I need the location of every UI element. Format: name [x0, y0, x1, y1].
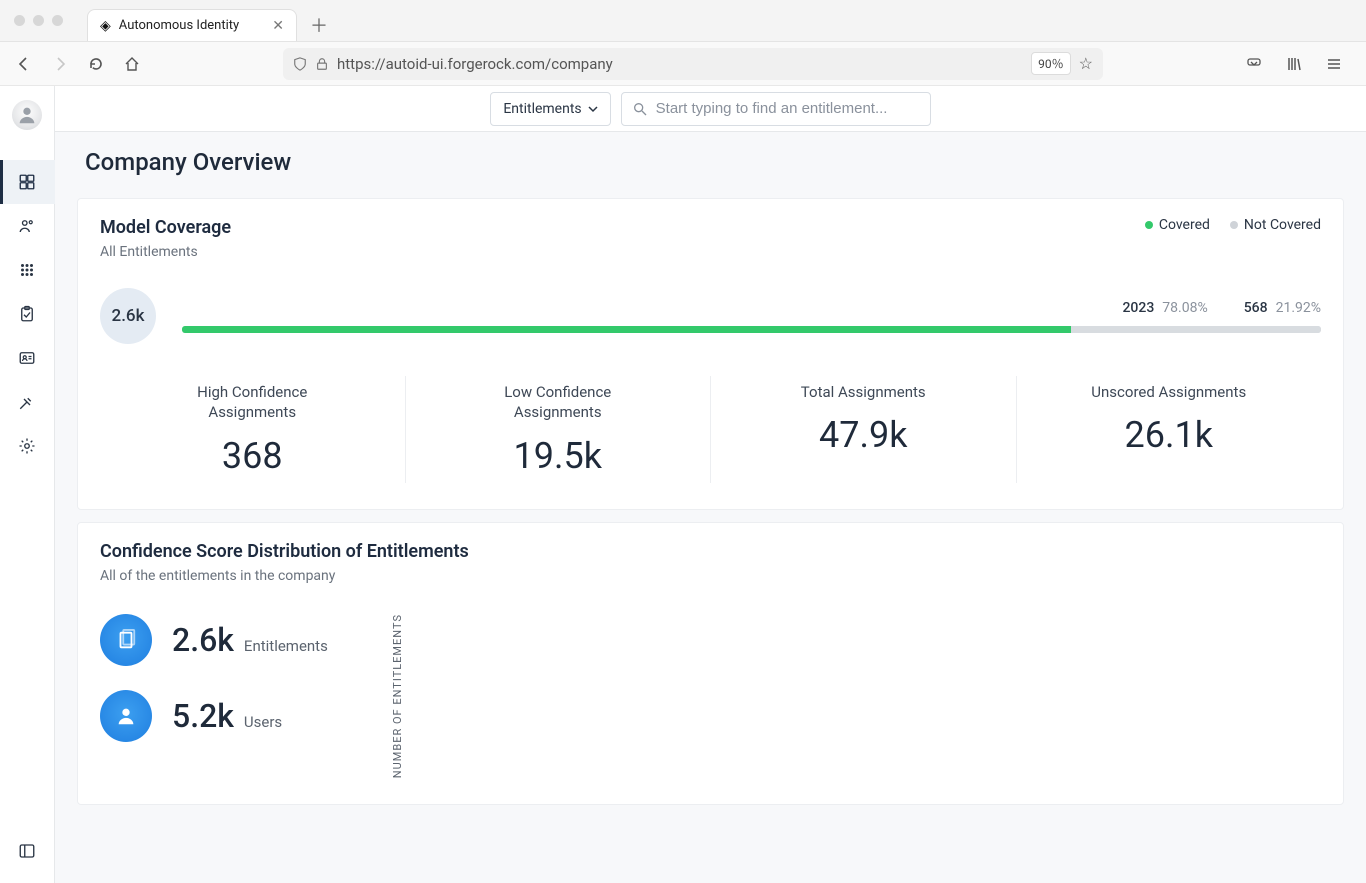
reload-icon [88, 56, 104, 72]
dashboard-icon [18, 173, 36, 191]
maximize-window-dot[interactable] [52, 15, 63, 26]
dot-green-icon [1145, 221, 1153, 229]
chevron-down-icon [588, 104, 598, 114]
model-coverage-title: Model Coverage [100, 217, 231, 238]
stat-high-confidence: High Confidence Assignments 368 [100, 376, 406, 483]
zoom-badge[interactable]: 90％ [1031, 52, 1071, 75]
sidebar [0, 86, 55, 883]
coverage-legend: Covered Not Covered [1145, 217, 1321, 233]
browser-toolbar: https://autoid-ui.forgerock.com/company … [0, 42, 1366, 86]
dist-users: 5.2k Users [100, 690, 328, 742]
menu-button[interactable] [1320, 50, 1348, 78]
stat-total-assignments: Total Assignments 47.9k [711, 376, 1017, 483]
coverage-stat-not-covered: 568 21.92% [1236, 300, 1321, 316]
distribution-title: Confidence Score Distribution of Entitle… [100, 541, 1321, 562]
stat-unscored-assignments: Unscored Assignments 26.1k [1017, 376, 1322, 483]
sidebar-item-rules[interactable] [0, 380, 55, 424]
y-axis-label: NUMBER OF ENTITLEMENTS [391, 614, 404, 778]
avatar[interactable] [12, 100, 42, 130]
url-text: https://autoid-ui.forgerock.com/company [337, 55, 1023, 73]
model-coverage-panel: Model Coverage All Entitlements Covered … [77, 198, 1344, 510]
content-area: Entitlements Company Overview Model Cove… [55, 86, 1366, 883]
reload-button[interactable] [82, 50, 110, 78]
dist-entitlements: 2.6k Entitlements [100, 614, 328, 666]
search-icon [632, 101, 648, 117]
arrow-right-icon [52, 56, 68, 72]
forward-button[interactable] [46, 50, 74, 78]
scope-label: Entitlements [503, 101, 581, 117]
library-button[interactable] [1280, 50, 1308, 78]
clipboard-check-icon [18, 305, 36, 323]
new-tab-button[interactable]: ＋ [305, 11, 333, 39]
arrow-left-icon [16, 56, 32, 72]
hamburger-icon [1326, 56, 1342, 72]
distribution-subtitle: All of the entitlements in the company [100, 568, 1321, 584]
library-icon [1286, 56, 1302, 72]
close-tab-icon[interactable]: ✕ [272, 18, 284, 34]
distribution-chart-area: NUMBER OF ENTITLEMENTS [378, 614, 418, 778]
lock-icon [315, 57, 329, 71]
search-box[interactable] [621, 92, 931, 126]
sidebar-item-identities[interactable] [0, 204, 55, 248]
distribution-panel: Confidence Score Distribution of Entitle… [77, 522, 1344, 805]
pocket-icon [1246, 56, 1262, 72]
legend-not-covered: Not Covered [1230, 217, 1321, 233]
stat-low-confidence: Low Confidence Assignments 19.5k [406, 376, 712, 483]
gear-icon [18, 437, 36, 455]
sidebar-item-applications[interactable] [0, 248, 55, 292]
legend-covered: Covered [1145, 217, 1210, 233]
assignment-stats-row: High Confidence Assignments 368 Low Conf… [100, 376, 1321, 483]
coverage-bar-covered [182, 326, 1071, 333]
shield-icon [293, 57, 307, 71]
sidebar-item-certifications[interactable] [0, 292, 55, 336]
page-title: Company Overview [55, 132, 1366, 186]
gavel-icon [18, 393, 36, 411]
coverage-bar [182, 326, 1321, 333]
coverage-stats: 2023 78.08% 568 21.92% [182, 300, 1321, 316]
sidebar-item-overview[interactable] [0, 160, 55, 204]
coverage-stat-covered: 2023 78.08% [1114, 300, 1207, 316]
model-coverage-subtitle: All Entitlements [100, 244, 231, 260]
minimize-window-dot[interactable] [33, 15, 44, 26]
apps-grid-icon [18, 261, 36, 279]
home-icon [124, 56, 140, 72]
sidebar-item-settings[interactable] [0, 424, 55, 468]
bookmark-star-icon[interactable]: ☆ [1079, 54, 1093, 73]
content-topbar: Entitlements [55, 86, 1366, 132]
id-card-icon [18, 349, 36, 367]
app-root: Entitlements Company Overview Model Cove… [0, 86, 1366, 883]
coverage-total-bubble: 2.6k [100, 288, 156, 344]
entitlements-icon [100, 614, 152, 666]
close-window-dot[interactable] [14, 15, 25, 26]
coverage-row: 2.6k 2023 78.08% 568 21.92% [100, 288, 1321, 344]
tab-favicon: ◈ [100, 18, 111, 34]
person-icon [16, 104, 38, 126]
search-input[interactable] [656, 100, 920, 117]
save-page-button[interactable] [1240, 50, 1268, 78]
home-button[interactable] [118, 50, 146, 78]
tab-title: Autonomous Identity [119, 18, 264, 33]
tabbar: ◈ Autonomous Identity ✕ ＋ [77, 0, 333, 41]
scope-dropdown[interactable]: Entitlements [490, 92, 610, 126]
window-controls [0, 15, 77, 26]
panel-icon [18, 842, 36, 860]
browser-tab[interactable]: ◈ Autonomous Identity ✕ [87, 9, 297, 41]
dot-grey-icon [1230, 221, 1238, 229]
coverage-bar-not-covered [1071, 326, 1321, 333]
browser-chrome: ◈ Autonomous Identity ✕ ＋ [0, 0, 1366, 42]
address-bar[interactable]: https://autoid-ui.forgerock.com/company … [283, 48, 1103, 80]
sidebar-item-roles[interactable] [0, 336, 55, 380]
people-icon [18, 217, 36, 235]
back-button[interactable] [10, 50, 38, 78]
users-icon [100, 690, 152, 742]
sidebar-item-collapse[interactable] [0, 829, 55, 873]
distribution-summary: 2.6k Entitlements 5.2k Users [100, 614, 328, 778]
